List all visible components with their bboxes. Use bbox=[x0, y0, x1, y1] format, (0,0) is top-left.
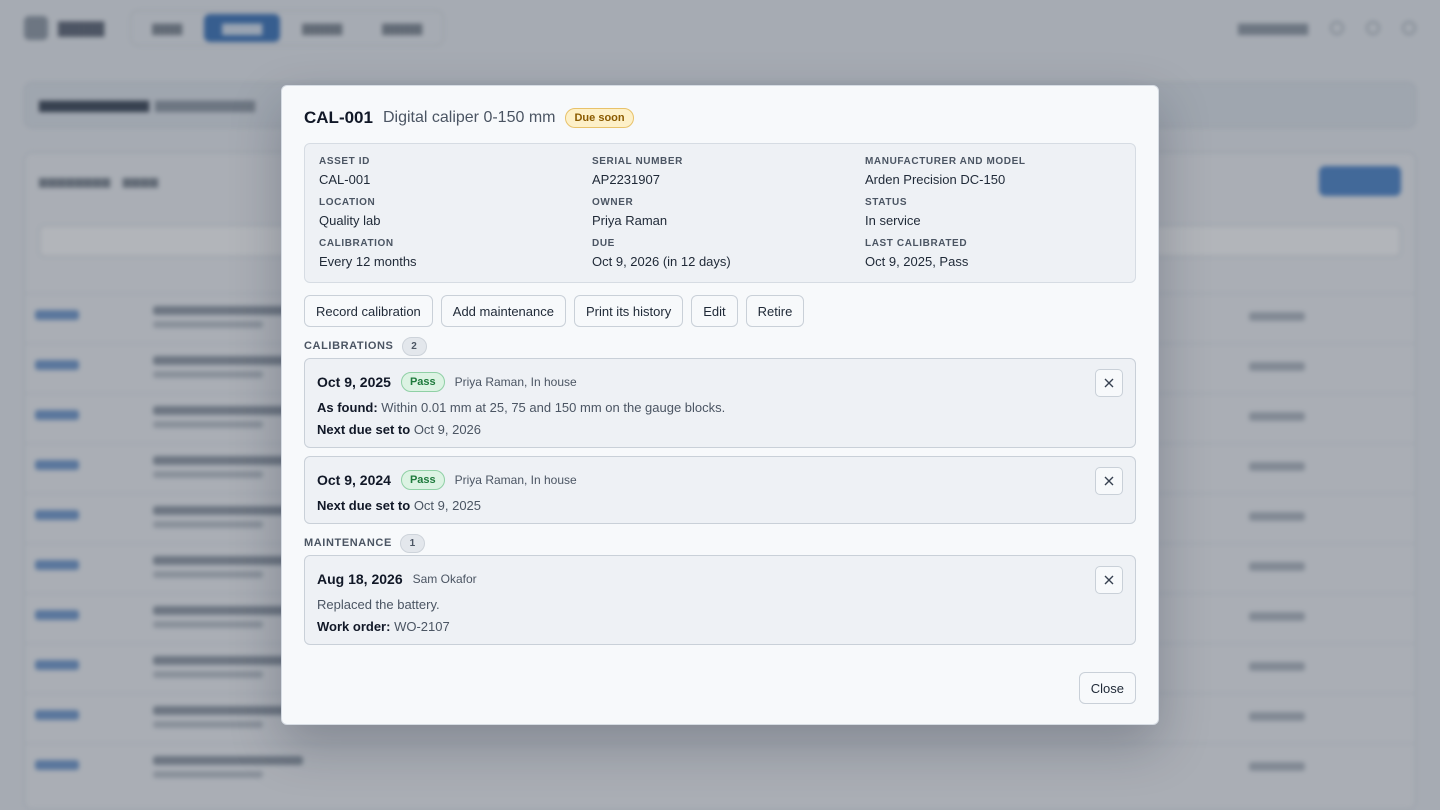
maintenance-note: Replaced the battery. bbox=[317, 597, 440, 612]
close-icon bbox=[1104, 476, 1114, 486]
delete-calibration-button[interactable] bbox=[1095, 467, 1123, 495]
calibrations-title: CALIBRATIONS bbox=[304, 340, 394, 352]
maintenance-count: 1 bbox=[399, 533, 425, 553]
close-icon bbox=[1104, 575, 1114, 585]
status-badge: Due soon bbox=[565, 108, 634, 128]
edit-button[interactable]: Edit bbox=[691, 295, 738, 327]
as-found-line: As found: Within 0.01 mm at 25, 75 and 1… bbox=[317, 400, 726, 415]
asset-code: CAL-001 bbox=[304, 108, 373, 127]
field-last-calibrated: Last calibrated Oct 9, 2025, Pass bbox=[865, 238, 969, 269]
asset-detail-dialog: CAL-001 Digital caliper 0-150 mm Due soo… bbox=[281, 85, 1159, 725]
calibrations-section-header: CALIBRATIONS 2 bbox=[304, 336, 1136, 356]
calibrated-by: Priya Raman, In house bbox=[454, 473, 577, 487]
calibration-date: Oct 9, 2024 bbox=[317, 472, 391, 488]
field-manufacturer-model: Manufacturer and model Arden Precision DC… bbox=[865, 156, 1026, 187]
asset-name: Digital caliper 0-150 mm bbox=[382, 109, 556, 126]
close-icon bbox=[1104, 378, 1114, 388]
field-status: Status In service bbox=[865, 197, 921, 228]
add-maintenance-button[interactable]: Add maintenance bbox=[440, 295, 566, 327]
field-owner: Owner Priya Raman bbox=[592, 197, 668, 228]
maintenance-by: Sam Okafor bbox=[412, 572, 477, 586]
field-due: Due Oct 9, 2026 (in 12 days) bbox=[592, 238, 731, 269]
record-calibration-button[interactable]: Record calibration bbox=[304, 295, 433, 327]
work-order-line: Work order: WO-2107 bbox=[317, 619, 450, 634]
close-button[interactable]: Close bbox=[1078, 672, 1136, 704]
maintenance-section-header: MAINTENANCE 1 bbox=[304, 533, 1136, 553]
calibration-record: Oct 9, 2024 Pass Priya Raman, In house N… bbox=[304, 456, 1136, 524]
action-bar: Record calibration Add maintenance Print… bbox=[304, 295, 1136, 327]
field-calibration: Calibration Every 12 months bbox=[319, 238, 417, 269]
print-history-button[interactable]: Print its history bbox=[573, 295, 684, 327]
maintenance-title: MAINTENANCE bbox=[304, 537, 392, 549]
calibration-date: Oct 9, 2025 bbox=[317, 374, 391, 390]
maintenance-date: Aug 18, 2026 bbox=[317, 571, 403, 587]
delete-maintenance-button[interactable] bbox=[1095, 566, 1123, 594]
maintenance-record: Aug 18, 2026 Sam Okafor Replaced the bat… bbox=[304, 555, 1136, 645]
next-due-line: Next due set to Oct 9, 2026 bbox=[317, 422, 482, 437]
result-badge: Pass bbox=[400, 470, 445, 490]
field-location: Location Quality lab bbox=[319, 197, 381, 228]
calibration-record: Oct 9, 2025 Pass Priya Raman, In house A… bbox=[304, 358, 1136, 448]
field-asset-id: Asset ID CAL-001 bbox=[319, 156, 371, 187]
asset-info-grid: Asset ID CAL-001 Serial number AP2231907 M… bbox=[304, 143, 1136, 283]
field-serial-number: Serial number AP2231907 bbox=[592, 156, 683, 187]
result-badge: Pass bbox=[400, 372, 445, 392]
calibrated-by: Priya Raman, In house bbox=[454, 375, 577, 389]
calibrations-count: 2 bbox=[401, 336, 427, 356]
dialog-header: CAL-001 Digital caliper 0-150 mm Due soo… bbox=[304, 106, 1136, 130]
delete-calibration-button[interactable] bbox=[1095, 369, 1123, 397]
retire-button[interactable]: Retire bbox=[745, 295, 805, 327]
next-due-line: Next due set to Oct 9, 2025 bbox=[317, 498, 482, 513]
